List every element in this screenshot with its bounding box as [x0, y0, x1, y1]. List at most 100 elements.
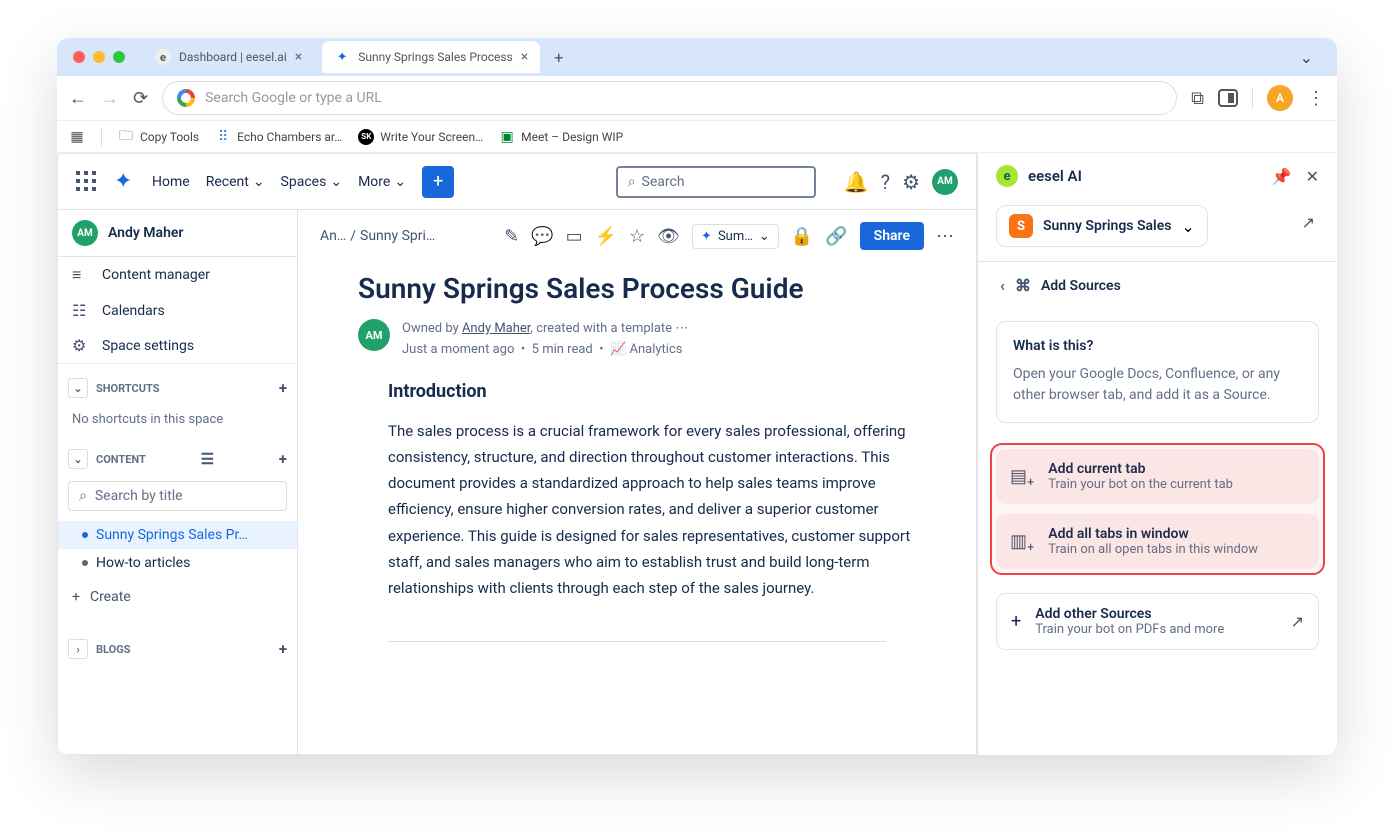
reload-icon[interactable]: ⟳ — [133, 88, 148, 109]
close-panel-icon[interactable]: ✕ — [1306, 167, 1319, 186]
apps-grid-icon[interactable]: ▦ — [69, 129, 85, 145]
bot-badge-icon: S — [1009, 214, 1033, 238]
nav-spaces[interactable]: Spaces ⌄ — [281, 174, 343, 190]
video-icon[interactable]: ▭ — [566, 226, 583, 247]
star-icon[interactable]: ☆ — [629, 226, 645, 247]
add-current-tab-card[interactable]: ▤₊ Add current tab Train your bot on the… — [996, 449, 1319, 504]
folder-icon: 🗀 — [118, 129, 134, 145]
add-other-sources-card[interactable]: + Add other Sources Train your bot on PD… — [996, 593, 1319, 650]
bookmark-item[interactable]: SKWrite Your Screen… — [358, 129, 483, 145]
bookmark-bar: ▦ 🗀Copy Tools ⠿Echo Chambers ar… SKWrite… — [57, 120, 1337, 152]
tab-title: Dashboard | eesel.ai — [179, 50, 287, 64]
more-icon[interactable]: ⋯ — [936, 226, 954, 247]
content-header[interactable]: ⌄CONTENT☰+ — [58, 443, 297, 475]
maximize-window-icon[interactable] — [113, 51, 125, 63]
author-link[interactable]: Andy Maher — [462, 321, 530, 336]
breadcrumb[interactable]: An… / Sunny Spri… — [320, 228, 435, 244]
sidebar-item-content-manager[interactable]: ≡Content manager — [58, 257, 297, 293]
help-icon[interactable]: ? — [881, 170, 890, 194]
sidebar-item-space-settings[interactable]: ⚙Space settings — [58, 328, 297, 363]
sidebar-item-calendars[interactable]: ☷Calendars — [58, 293, 297, 328]
nav-home[interactable]: Home — [152, 174, 190, 190]
sources-icon: ⌘ — [1015, 276, 1031, 295]
back-icon[interactable]: ← — [69, 88, 87, 109]
chevron-right-icon[interactable]: › — [68, 639, 88, 659]
back-icon[interactable]: ‹ — [1000, 276, 1005, 295]
close-window-icon[interactable] — [73, 51, 85, 63]
bookmark-item[interactable]: 🗀Copy Tools — [118, 129, 199, 145]
notification-icon[interactable]: 🔔 — [844, 170, 869, 194]
content-search-input[interactable]: ⌕Search by title — [68, 481, 287, 511]
more-dots-icon[interactable]: ⋯ — [675, 321, 688, 336]
tree-item-sunny-springs[interactable]: Sunny Springs Sales Pr… — [58, 521, 297, 549]
tab-eesel[interactable]: e Dashboard | eesel.ai × — [143, 41, 314, 73]
gear-icon: ⚙ — [72, 336, 90, 355]
app-switcher-icon[interactable] — [76, 171, 98, 193]
tab-confluence[interactable]: ✦ Sunny Springs Sales Process × — [322, 41, 540, 73]
plus-icon: + — [1011, 611, 1021, 632]
add-shortcut-icon[interactable]: + — [279, 379, 287, 397]
chevron-down-icon: ⌄ — [1181, 217, 1194, 236]
search-icon: ⌕ — [628, 174, 636, 190]
tab-overflow-button[interactable]: ⌄ — [1292, 44, 1321, 71]
minimize-window-icon[interactable] — [93, 51, 105, 63]
plus-icon: + — [72, 589, 80, 605]
chevron-down-icon: ⌄ — [394, 174, 406, 190]
profile-avatar[interactable]: A — [1267, 85, 1293, 111]
bookmark-item[interactable]: ⠿Echo Chambers ar… — [215, 129, 342, 145]
new-tab-button[interactable]: + — [548, 48, 569, 67]
shortcuts-header[interactable]: ⌄SHORTCUTS+ — [58, 372, 297, 404]
confluence-logo-icon[interactable]: ✦ — [114, 171, 136, 193]
forward-icon[interactable]: → — [101, 88, 119, 109]
nav-more[interactable]: More ⌄ — [358, 174, 406, 190]
expand-icon[interactable]: ↗ — [1302, 213, 1315, 232]
add-all-tabs-card[interactable]: ▥₊ Add all tabs in window Train on all o… — [996, 514, 1319, 569]
lock-icon[interactable]: 🔒 — [791, 226, 813, 247]
confluence-nav: ✦ Home Recent ⌄ Spaces ⌄ More ⌄ + ⌕ Sear… — [58, 154, 976, 210]
grid-icon: ⠿ — [215, 129, 231, 145]
analytics-link[interactable]: Analytics — [629, 342, 682, 357]
extensions-icon[interactable]: ⧉ — [1191, 88, 1204, 109]
bolt-icon[interactable]: ⚡ — [595, 226, 617, 247]
bot-selector[interactable]: S Sunny Springs Sales ⌄ — [996, 205, 1208, 247]
share-button[interactable]: Share — [860, 222, 924, 250]
pin-icon[interactable]: 📌 — [1272, 167, 1292, 186]
chevron-down-icon: ⌄ — [253, 174, 265, 190]
watch-icon[interactable]: 👁 — [657, 226, 680, 247]
address-placeholder: Search Google or type a URL — [205, 90, 382, 106]
add-content-icon[interactable]: + — [279, 450, 287, 468]
chevron-down-icon[interactable]: ⌄ — [68, 378, 88, 398]
close-tab-icon[interactable]: × — [521, 49, 528, 65]
create-content-button[interactable]: +Create — [58, 581, 297, 613]
highlighted-cards: ▤₊ Add current tab Train your bot on the… — [992, 445, 1323, 573]
nav-recent[interactable]: Recent ⌄ — [206, 174, 265, 190]
eesel-panel: e eesel AI 📌 ✕ S Sunny Springs Sales ⌄ ↗… — [977, 153, 1337, 755]
panel-subheader: ‹ ⌘ Add Sources — [978, 261, 1337, 309]
bookmark-item[interactable]: ▣Meet – Design WIP — [499, 129, 623, 145]
bullet-icon — [82, 560, 88, 566]
edit-icon[interactable]: ✎ — [504, 226, 519, 247]
link-icon[interactable]: 🔗 — [825, 226, 847, 247]
close-tab-icon[interactable]: × — [295, 49, 302, 65]
window-controls — [73, 51, 125, 63]
author-avatar[interactable]: AM — [358, 319, 390, 351]
address-bar: ← → ⟳ Search Google or type a URL ⧉ A ⋮ — [57, 76, 1337, 120]
chevron-down-icon[interactable]: ⌄ — [68, 449, 88, 469]
kebab-menu-icon[interactable]: ⋮ — [1307, 88, 1325, 109]
chevron-down-icon: ⌄ — [330, 174, 342, 190]
settings-icon[interactable]: ⚙ — [902, 170, 920, 194]
filter-icon[interactable]: ☰ — [201, 450, 214, 468]
address-input[interactable]: Search Google or type a URL — [162, 81, 1177, 115]
user-avatar[interactable]: AM — [932, 169, 958, 195]
comment-icon[interactable]: 💬 — [531, 226, 553, 247]
tree-item-how-to[interactable]: How-to articles — [58, 549, 297, 577]
confluence-search-input[interactable]: ⌕ Search — [616, 166, 816, 198]
blogs-header[interactable]: ›BLOGS+ — [58, 633, 297, 665]
section-heading: Introduction — [388, 381, 916, 402]
meta-line: Just a moment ago • 5 min read • 📈 Analy… — [402, 340, 688, 361]
sidebar-user[interactable]: AM Andy Maher — [58, 210, 297, 257]
create-button[interactable]: + — [422, 166, 454, 198]
summarize-dropdown[interactable]: ✦ Sum… ⌄ — [692, 224, 779, 249]
side-panel-icon[interactable] — [1218, 89, 1238, 107]
add-blog-icon[interactable]: + — [279, 640, 287, 658]
